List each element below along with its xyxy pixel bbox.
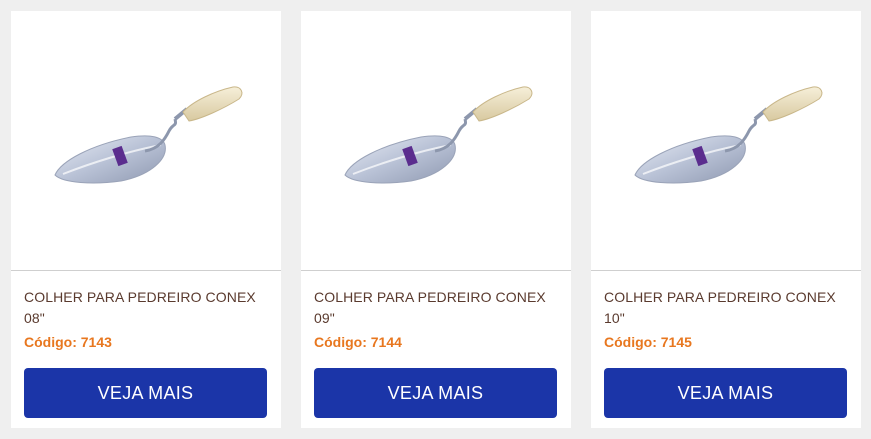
product-title-line2[interactable]: 08" [24,308,272,329]
product-title-line2[interactable]: 10" [604,308,852,329]
product-image[interactable] [11,11,281,271]
product-title[interactable]: COLHER PARA PEDREIRO CONEX 10" [604,287,852,329]
product-card[interactable]: COLHER PARA PEDREIRO CONEX 10" Código: 7… [591,11,861,428]
product-title-line1[interactable]: COLHER PARA PEDREIRO CONEX [24,287,272,308]
product-image[interactable] [301,11,571,271]
product-code: Código: 7143 [24,334,112,350]
veja-mais-button[interactable]: VEJA MAIS [314,368,557,418]
product-title-line2[interactable]: 09" [314,308,562,329]
product-code: Código: 7145 [604,334,692,350]
product-title-line1[interactable]: COLHER PARA PEDREIRO CONEX [604,287,852,308]
card-divider [591,270,861,271]
product-title[interactable]: COLHER PARA PEDREIRO CONEX 09" [314,287,562,329]
product-card[interactable]: COLHER PARA PEDREIRO CONEX 09" Código: 7… [301,11,571,428]
product-card[interactable]: COLHER PARA PEDREIRO CONEX 08" Código: 7… [11,11,281,428]
product-title[interactable]: COLHER PARA PEDREIRO CONEX 08" [24,287,272,329]
veja-mais-button[interactable]: VEJA MAIS [24,368,267,418]
trowel-icon [344,86,533,184]
product-code: Código: 7144 [314,334,402,350]
product-image[interactable] [591,11,861,271]
veja-mais-button[interactable]: VEJA MAIS [604,368,847,418]
trowel-icon [634,86,823,184]
card-divider [301,270,571,271]
product-title-line1[interactable]: COLHER PARA PEDREIRO CONEX [314,287,562,308]
card-divider [11,270,281,271]
trowel-icon [54,86,243,184]
